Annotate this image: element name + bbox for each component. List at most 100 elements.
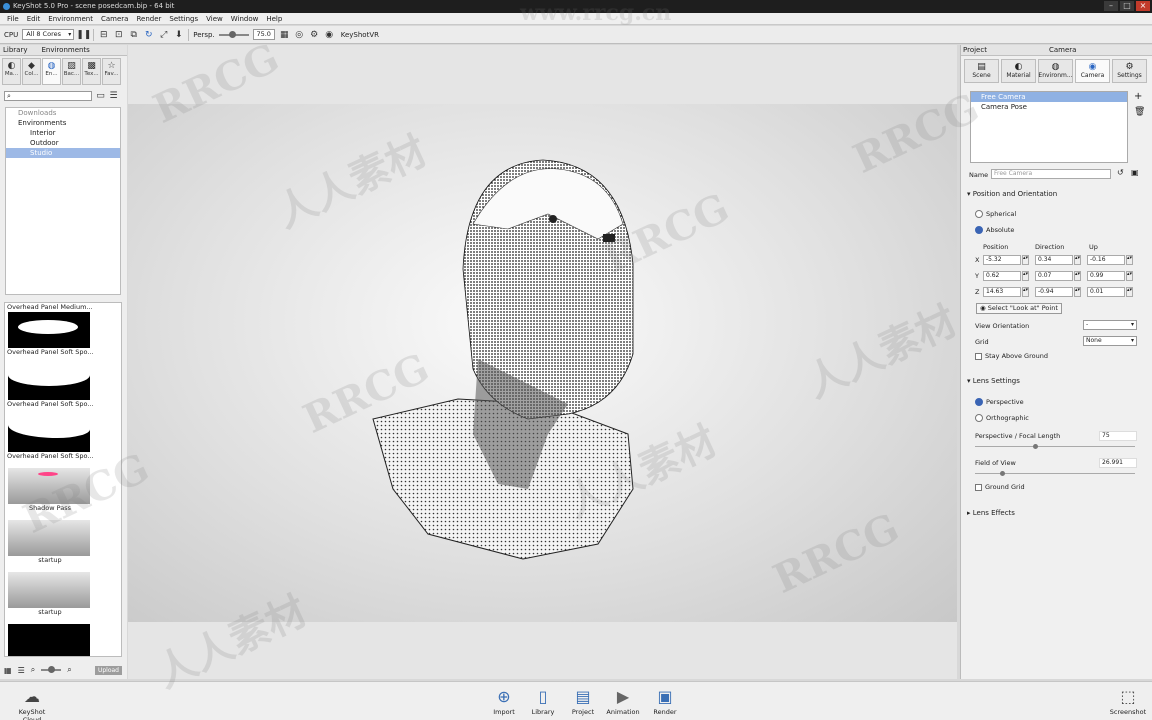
lens-settings-section[interactable]: ▾ Lens Settings	[967, 377, 1020, 385]
close-button[interactable]: ×	[1136, 1, 1150, 11]
expand-icon[interactable]: ⤢	[158, 29, 169, 40]
stay-above-ground-checkbox[interactable]: Stay Above Ground	[975, 352, 1048, 360]
tree-item-downloads[interactable]: Downloads	[6, 108, 120, 118]
pos-z-spinner[interactable]: ▴▾	[1022, 287, 1029, 297]
up-z-spinner[interactable]: ▴▾	[1126, 287, 1133, 297]
library-search-input[interactable]: ⌕	[4, 91, 92, 101]
select-lookat-button[interactable]: ◉ Select "Look at" Point	[976, 303, 1062, 314]
grid-select[interactable]: None	[1083, 336, 1137, 346]
thumb-overhead-panel-medium[interactable]	[8, 312, 90, 348]
menu-help[interactable]: Help	[262, 13, 286, 24]
tab-camera[interactable]: ◉ Camera	[1075, 59, 1110, 83]
dir-z-spinner[interactable]: ▴▾	[1074, 287, 1081, 297]
thumb-overhead-panel-soft-1[interactable]	[8, 364, 90, 400]
tab-textures[interactable]: ▩ Tex...	[82, 58, 101, 85]
up-y-input[interactable]: 0.99	[1087, 271, 1125, 281]
camera-name-input[interactable]: Free Camera	[991, 169, 1111, 179]
tab-favorites[interactable]: ☆ Fav...	[102, 58, 121, 85]
orthographic-radio[interactable]: Orthographic	[975, 414, 1029, 422]
pos-y-input[interactable]: 0.62	[983, 271, 1021, 281]
focal-length-slider[interactable]	[975, 444, 1135, 449]
fov-value-input[interactable]: 26.991	[1099, 458, 1137, 468]
tab-scene[interactable]: ▤ Scene	[964, 59, 999, 83]
add-camera-icon[interactable]: +	[1134, 91, 1142, 102]
zoom-in-icon[interactable]: ⌕	[67, 665, 71, 675]
cores-select[interactable]: All 8 Cores	[22, 29, 75, 40]
spherical-radio[interactable]: Spherical	[975, 210, 1016, 218]
dir-z-input[interactable]: -0.94	[1035, 287, 1073, 297]
delete-camera-icon[interactable]: 🗑	[1134, 107, 1145, 117]
dir-y-spinner[interactable]: ▴▾	[1074, 271, 1081, 281]
thumb-dark[interactable]	[8, 624, 90, 656]
render-button[interactable]: ▣ Render	[645, 686, 685, 716]
fit-icon[interactable]: ⊡	[113, 29, 124, 40]
zoom-out-icon[interactable]: ⌕	[31, 665, 35, 675]
tree-item-studio[interactable]: Studio	[6, 148, 120, 158]
dir-y-input[interactable]: 0.07	[1035, 271, 1073, 281]
gear-icon[interactable]: ⚙	[309, 29, 320, 40]
lens-effects-section[interactable]: ▸ Lens Effects	[967, 509, 1015, 517]
thumb-shadow-pass[interactable]	[8, 468, 90, 504]
thumb-startup-1[interactable]	[8, 520, 90, 556]
refresh-icon[interactable]: ↻	[143, 29, 154, 40]
minimize-button[interactable]: –	[1104, 1, 1118, 11]
dir-x-spinner[interactable]: ▴▾	[1074, 255, 1081, 265]
download-icon[interactable]: ⬇	[173, 29, 184, 40]
tab-backplates[interactable]: ▨ Bac...	[62, 58, 81, 85]
menu-window[interactable]: Window	[227, 13, 263, 24]
pos-x-spinner[interactable]: ▴▾	[1022, 255, 1029, 265]
tree-item-interior[interactable]: Interior	[6, 128, 120, 138]
menu-environment[interactable]: Environment	[44, 13, 97, 24]
thumb-size-slider[interactable]	[41, 666, 62, 673]
position-orientation-section[interactable]: ▾ Position and Orientation	[967, 190, 1057, 198]
menu-camera[interactable]: Camera	[97, 13, 132, 24]
fov-slider[interactable]	[218, 30, 249, 38]
absolute-radio[interactable]: Absolute	[975, 226, 1014, 234]
save-icon[interactable]: ▣	[1131, 168, 1139, 177]
tree-item-environments[interactable]: Environments	[6, 118, 120, 128]
tab-materials[interactable]: ◐ Ma...	[2, 58, 21, 85]
up-x-input[interactable]: -0.16	[1087, 255, 1125, 265]
menu-edit[interactable]: Edit	[23, 13, 45, 24]
tab-environment[interactable]: ◍ Environm...	[1038, 59, 1073, 83]
pos-y-spinner[interactable]: ▴▾	[1022, 271, 1029, 281]
screenshot-button[interactable]: ⬚ Screenshot	[1108, 686, 1148, 716]
menu-settings[interactable]: Settings	[165, 13, 202, 24]
upload-button[interactable]: Upload	[94, 665, 122, 675]
library-button[interactable]: ▯ Library	[523, 686, 563, 716]
tree-item-outdoor[interactable]: Outdoor	[6, 138, 120, 148]
maximize-button[interactable]: □	[1120, 1, 1134, 11]
dir-x-input[interactable]: 0.34	[1035, 255, 1073, 265]
camera-item-pose[interactable]: Camera Pose	[971, 102, 1127, 112]
menu-view[interactable]: View	[202, 13, 227, 24]
keyshot-cloud-button[interactable]: ☁ KeyShot Cloud	[12, 686, 52, 720]
layout-icon[interactable]: ⊟	[98, 29, 109, 40]
import-button[interactable]: ⊕ Import	[484, 686, 524, 716]
pos-x-input[interactable]: -5.32	[983, 255, 1021, 265]
render-viewport[interactable]	[128, 104, 957, 622]
thumb-startup-2[interactable]	[8, 572, 90, 608]
fov-input[interactable]: 75.0	[252, 29, 275, 40]
menu-file[interactable]: File	[3, 13, 23, 24]
up-y-spinner[interactable]: ▴▾	[1126, 271, 1133, 281]
grid-view-icon[interactable]: ▦	[4, 666, 12, 675]
tab-settings[interactable]: ⚙ Settings	[1112, 59, 1147, 83]
reset-icon[interactable]: ↺	[1117, 168, 1124, 177]
menu-render[interactable]: Render	[132, 13, 165, 24]
grid-icon[interactable]: ▦	[279, 29, 290, 40]
tab-colors[interactable]: ◆ Col...	[22, 58, 41, 85]
target-icon[interactable]: ◎	[294, 29, 305, 40]
animation-button[interactable]: ▶ Animation	[603, 686, 643, 716]
project-button[interactable]: ▤ Project	[563, 686, 603, 716]
perspective-radio[interactable]: Perspective	[975, 398, 1024, 406]
up-x-spinner[interactable]: ▴▾	[1126, 255, 1133, 265]
view-orientation-select[interactable]: -	[1083, 320, 1137, 330]
fov-slider[interactable]	[975, 471, 1135, 476]
keyshotvr-button[interactable]: KeyShotVR	[339, 31, 379, 39]
pause-icon[interactable]: ❚❚	[76, 29, 91, 40]
up-z-input[interactable]: 0.01	[1087, 287, 1125, 297]
focal-length-input[interactable]: 75	[1099, 431, 1137, 441]
folder-icon[interactable]: ▭	[95, 90, 106, 101]
thumb-overhead-panel-soft-2[interactable]	[8, 416, 90, 452]
copy-icon[interactable]: ⧉	[128, 29, 139, 40]
